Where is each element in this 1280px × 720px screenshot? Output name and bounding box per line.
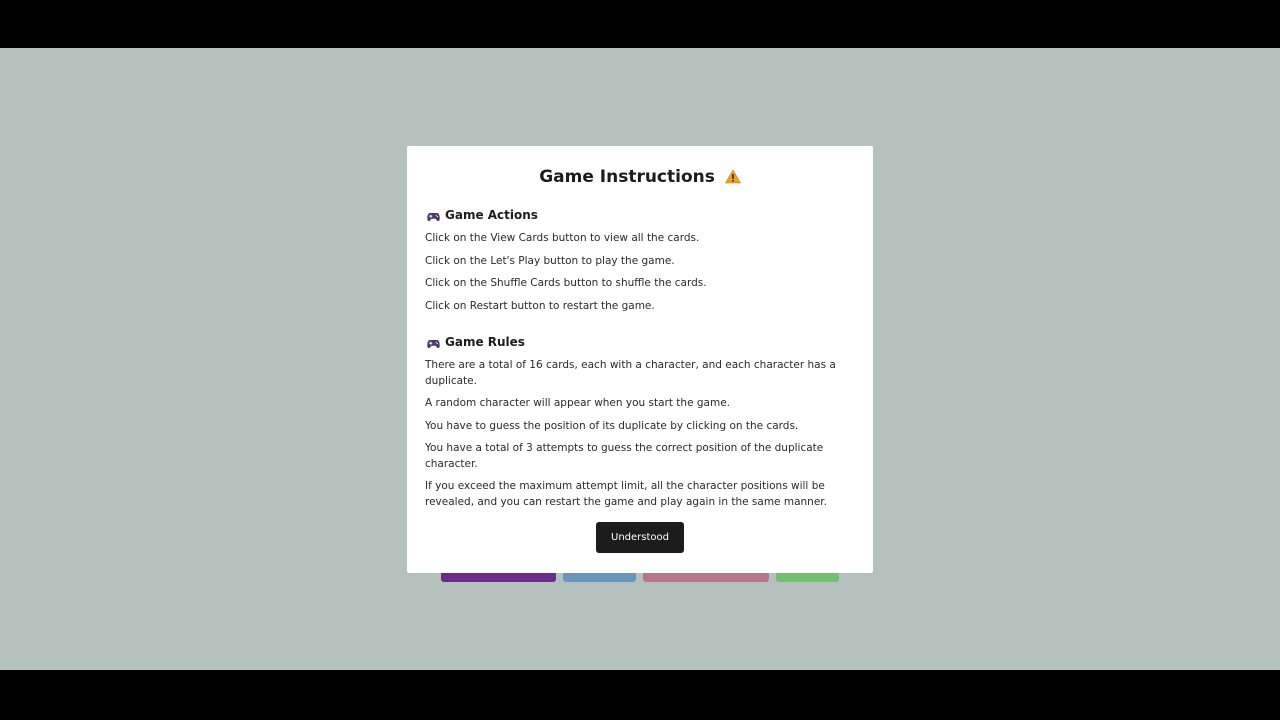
letterbox-bottom — [0, 670, 1280, 720]
gamepad-icon — [427, 337, 440, 349]
game-actions-list: Click on the View Cards button to view a… — [425, 231, 855, 314]
action-item: Click on the View Cards button to view a… — [425, 232, 700, 244]
game-actions-heading: Game Actions — [445, 208, 538, 222]
game-rules-list: There are a total of 16 cards, each with… — [425, 358, 855, 510]
action-item: Click on the Let's Play button to play t… — [425, 254, 675, 267]
modal-title: Game Instructions — [539, 167, 715, 187]
warning-icon — [724, 168, 741, 190]
instructions-modal: Game Instructions Game Actions Click on … — [407, 146, 873, 573]
rule-item: You have a total of 3 attempts to guess … — [425, 442, 824, 470]
game-rules-heading-row: Game Rules — [425, 334, 855, 350]
action-item: Click on Restart button to restart the g… — [425, 299, 655, 312]
game-rules-heading: Game Rules — [445, 335, 525, 349]
gamepad-icon — [427, 210, 440, 222]
rule-item: You have to guess the position of its du… — [425, 419, 799, 432]
rule-item: There are a total of 16 cards, each with… — [425, 359, 836, 387]
letterbox-top — [0, 0, 1280, 48]
rule-item: If you exceed the maximum attempt limit,… — [425, 480, 827, 508]
understood-button[interactable]: Understood — [596, 522, 684, 553]
rule-item: A random character will appear when you … — [425, 397, 731, 409]
action-item: Click on the Shuffle Cards button to shu… — [425, 277, 707, 289]
game-actions-heading-row: Game Actions — [425, 207, 855, 223]
modal-title-row: Game Instructions — [425, 166, 855, 188]
